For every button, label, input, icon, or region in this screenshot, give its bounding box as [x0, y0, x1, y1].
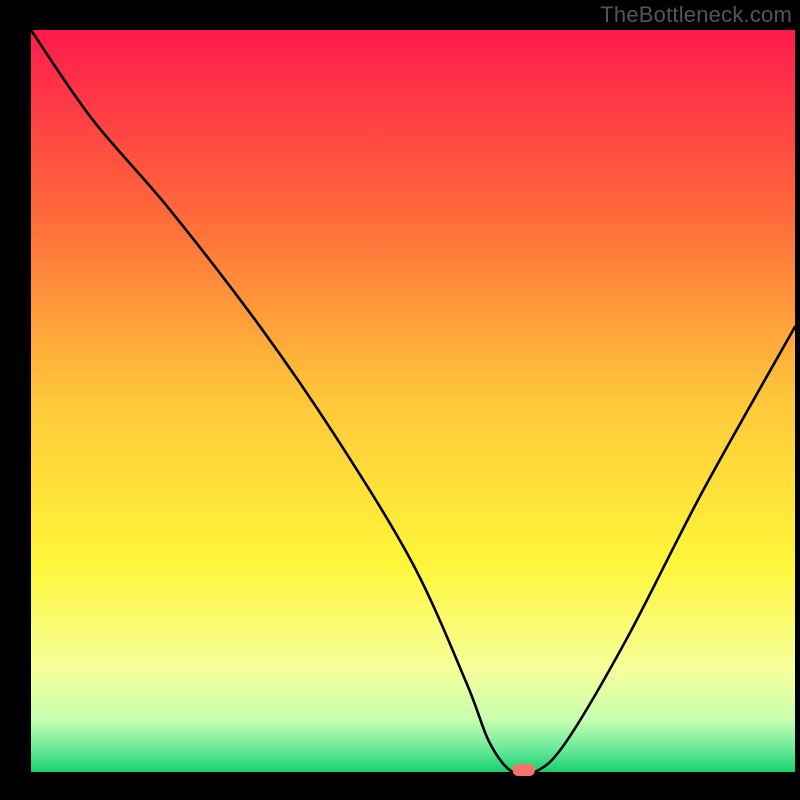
bottleneck-chart: [0, 0, 800, 800]
chart-container: TheBottleneck.com: [0, 0, 800, 800]
watermark-text: TheBottleneck.com: [600, 2, 792, 28]
optimal-point-marker: [513, 764, 535, 776]
plot-background: [31, 30, 795, 772]
